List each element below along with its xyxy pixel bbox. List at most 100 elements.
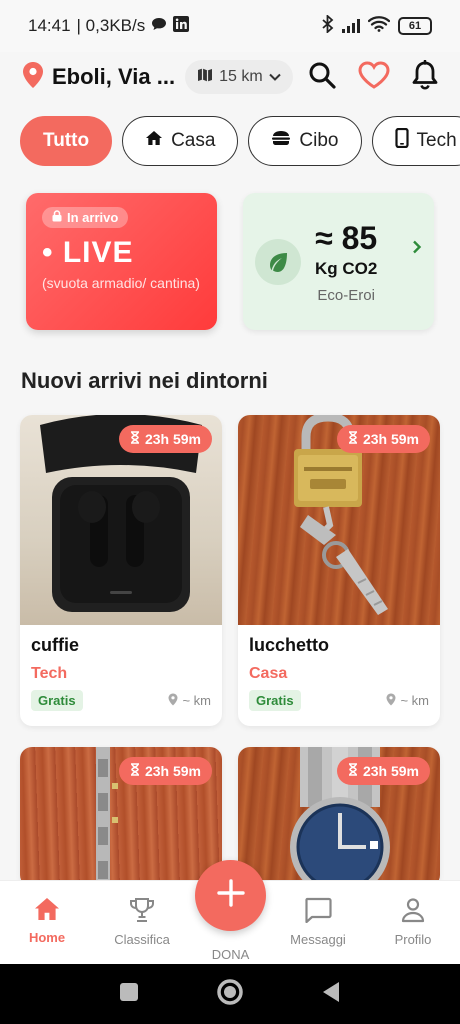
map-icon <box>197 67 213 88</box>
nav-label: Messaggi <box>290 932 346 947</box>
category-filters: Tutto Casa Cibo Tech <box>20 116 460 166</box>
timer-text: 23h 59m <box>362 431 419 447</box>
nav-messaggi[interactable]: Messaggi <box>272 897 364 947</box>
eco-label: Eco-Eroi <box>317 286 375 304</box>
status-right: 61 <box>322 13 432 38</box>
search-icon[interactable] <box>308 61 336 94</box>
bell-icon[interactable] <box>412 59 438 95</box>
home-circle-icon[interactable] <box>216 978 244 1011</box>
phone-icon <box>394 127 409 154</box>
nav-home[interactable]: Home <box>1 897 93 945</box>
eco-banner[interactable]: ≈ 85 Kg CO2 Eco-Eroi <box>243 193 434 330</box>
timer-text: 23h 59m <box>362 763 419 779</box>
category-label: Tutto <box>43 130 90 151</box>
nav-label: Classifica <box>114 932 170 947</box>
hourglass-icon <box>348 763 358 779</box>
linkedin-icon <box>173 15 190 37</box>
distance: ~ km <box>386 693 429 709</box>
user-icon <box>401 897 425 926</box>
live-title: • LIVE <box>42 236 134 269</box>
category-chip-tutto[interactable]: Tutto <box>20 116 113 166</box>
nav-label: Home <box>28 930 66 945</box>
location-pin-icon <box>386 693 396 709</box>
back-icon[interactable] <box>321 981 341 1008</box>
hourglass-icon <box>348 431 358 447</box>
nav-profilo[interactable]: Profilo <box>367 897 459 947</box>
timer-badge: 23h 59m <box>118 757 212 785</box>
section-title: Nuovi arrivi nei dintorni <box>21 368 268 393</box>
status-bar: 14:41 | 0,3KB/s 61 <box>0 0 460 52</box>
eco-value: ≈ 85 <box>315 219 378 256</box>
heart-icon[interactable] <box>358 60 390 94</box>
category-chip-cibo[interactable]: Cibo <box>248 116 362 166</box>
leaf-icon <box>255 238 301 285</box>
bluetooth-icon <box>322 13 334 38</box>
location-pin-icon <box>168 693 178 709</box>
timer-badge: 23h 59m <box>336 757 430 785</box>
header-actions <box>308 59 438 95</box>
home-icon <box>145 130 163 152</box>
radius-label: 15 km <box>219 68 263 85</box>
network-speed: | 0,3KB/s <box>76 16 146 35</box>
lock-icon <box>52 210 62 225</box>
category-label: Tech <box>416 130 457 151</box>
nav-label: Profilo <box>394 932 432 947</box>
price-badge: Gratis <box>31 690 83 711</box>
timer-badge: 23h 59m <box>336 425 430 453</box>
item-meta: Gratis ~ km <box>31 690 211 711</box>
item-photo: 23h 59m <box>20 747 222 887</box>
category-chip-casa[interactable]: Casa <box>122 116 239 166</box>
home-icon <box>34 897 60 924</box>
radius-selector[interactable]: 15 km <box>185 60 293 94</box>
live-banner[interactable]: In arrivo • LIVE (svuota armadio/ cantin… <box>26 193 217 330</box>
system-nav-bar <box>0 964 460 1024</box>
location-pin-icon[interactable] <box>22 61 44 94</box>
live-subtitle: (svuota armadio/ cantina) <box>42 275 200 291</box>
badge-label: In arrivo <box>67 210 119 225</box>
timer-badge: 23h 59m <box>118 425 212 453</box>
status-left: 14:41 | 0,3KB/s <box>28 15 190 37</box>
item-card-lucchetto[interactable]: 23h 59m lucchetto Casa Gratis ~ km <box>238 415 440 726</box>
timer-text: 23h 59m <box>144 763 201 779</box>
distance-text: ~ km <box>400 693 429 708</box>
item-meta: Gratis ~ km <box>249 690 429 711</box>
item-card-cuffie[interactable]: 23h 59m cuffie Tech Gratis ~ km <box>20 415 222 726</box>
item-body: cuffie Tech Gratis ~ km <box>20 625 222 726</box>
chevron-right-icon <box>412 240 422 259</box>
price-badge: Gratis <box>249 690 301 711</box>
item-card-watch[interactable]: 23h 59m <box>238 747 440 887</box>
item-body: lucchetto Casa Gratis ~ km <box>238 625 440 726</box>
dona-label: DONA <box>211 947 250 962</box>
battery-icon: 61 <box>398 17 432 35</box>
category-label: Casa <box>171 130 216 151</box>
message-icon <box>304 897 332 926</box>
dona-button[interactable] <box>195 860 266 931</box>
chat-bubble-icon <box>151 16 167 36</box>
burger-icon <box>271 130 291 152</box>
hourglass-icon <box>130 431 140 447</box>
distance-text: ~ km <box>182 693 211 708</box>
item-photo: 23h 59m <box>238 415 440 625</box>
item-photo: 23h 59m <box>20 415 222 625</box>
eco-unit: Kg CO2 <box>315 258 378 278</box>
in-arrivo-badge: In arrivo <box>42 207 129 228</box>
timer-text: 23h 59m <box>144 431 201 447</box>
status-time: 14:41 <box>28 16 71 35</box>
app-header: Eboli, Via ... 15 km <box>0 52 460 102</box>
nav-classifica[interactable]: Classifica <box>96 897 188 947</box>
item-card-bracelet[interactable]: 23h 59m <box>20 747 222 887</box>
signal-icon <box>342 19 360 33</box>
distance: ~ km <box>168 693 211 709</box>
eco-text: ≈ 85 Kg CO2 Eco-Eroi <box>315 220 377 304</box>
item-category: Casa <box>249 665 288 682</box>
item-category: Tech <box>31 665 68 682</box>
category-chip-tech[interactable]: Tech <box>371 116 460 166</box>
item-title: cuffie <box>31 635 80 655</box>
category-label: Cibo <box>299 130 339 151</box>
trophy-icon <box>129 897 155 926</box>
recents-icon[interactable] <box>119 982 139 1007</box>
item-title: lucchetto <box>249 635 330 655</box>
wifi-icon <box>367 15 391 37</box>
hourglass-icon <box>130 763 140 779</box>
location-label[interactable]: Eboli, Via ... <box>52 64 175 90</box>
